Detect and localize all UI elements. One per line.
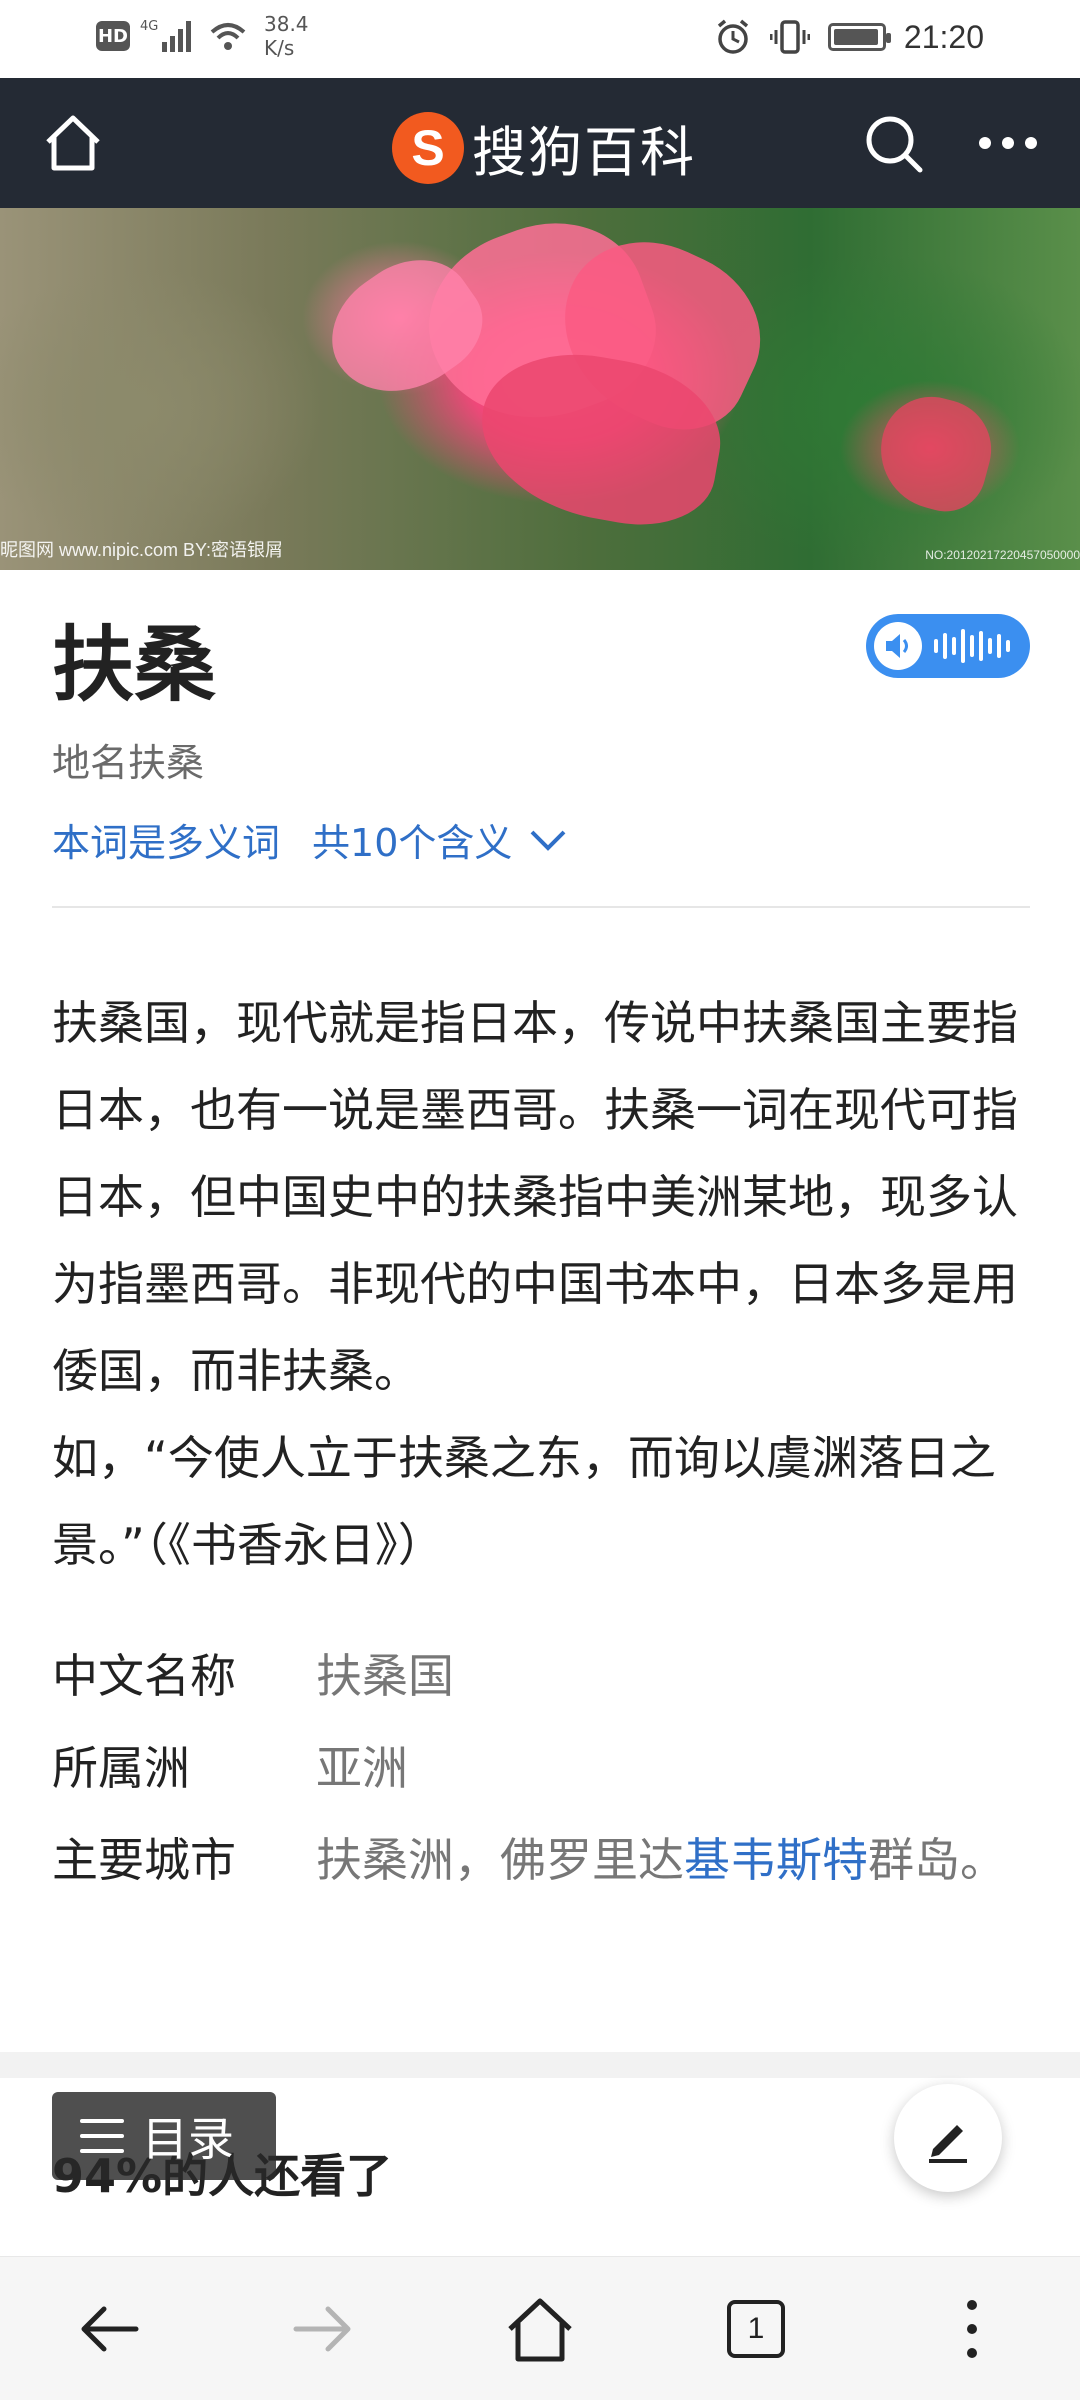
section-separator (0, 2052, 1080, 2078)
home-icon[interactable] (40, 110, 106, 176)
sogou-logo-icon: S (392, 111, 464, 184)
info-label: 主要城市 (52, 1833, 236, 1887)
hero-watermark: 昵图网 www.nipic.com BY:密语银屑 (0, 540, 284, 560)
edit-icon (929, 2125, 967, 2163)
app-bar: S 搜狗百科 (0, 78, 1080, 208)
toc-label: 目录 (142, 2112, 234, 2166)
info-value: 亚洲 (316, 1741, 408, 1795)
net-speed: 38.4 K/s (264, 12, 309, 60)
info-row: 中文名称 扶桑国 (52, 1640, 1032, 1712)
status-bar: HD 4G 38.4 K/s 21:20 (0, 0, 1080, 78)
clock: 21:20 (903, 18, 984, 55)
home-button[interactable] (504, 2293, 576, 2365)
polysemy-count: 共10个含义 (312, 821, 513, 865)
polysemy-label[interactable]: 本词是多义词 (52, 812, 280, 867)
net-speed-value: 38.4 (264, 12, 309, 36)
hero-image[interactable]: 昵图网 www.nipic.com BY:密语银屑 NO:20120217220… (0, 208, 1080, 570)
flower-petal (867, 385, 1003, 521)
battery-fill (833, 29, 878, 45)
forward-arrow-icon (293, 2306, 351, 2352)
more-icon[interactable] (976, 128, 1040, 158)
article-body: 扶桑国，现代就是指日本，传说中扶桑国主要指日本，也有一说是墨西哥。扶桑一词在现代… (52, 980, 1030, 1589)
tabs-button[interactable]: 1 (720, 2293, 792, 2365)
back-button[interactable] (72, 2293, 144, 2365)
article-quote: 如，“今使人立于扶桑之东，而询以虞渊落日之景。”（《书香永日》） (52, 1431, 996, 1572)
overflow-icon (967, 2300, 977, 2358)
tabs-icon: 1 (727, 2300, 785, 2358)
hero-image-id: NO:20120217220457050000 (925, 548, 1080, 562)
audio-wave-icon (934, 629, 1010, 663)
brand-name: 搜狗百科 (472, 121, 696, 184)
hd-badge: HD (96, 21, 130, 51)
polysemy-count-toggle[interactable]: 共10个含义 (312, 812, 568, 867)
polysemy-row: 本词是多义词 共10个含义 (52, 812, 568, 867)
subtitle: 地名扶桑 (52, 741, 205, 785)
info-value: 扶桑国 (316, 1649, 454, 1703)
status-left: HD 4G 38.4 K/s (96, 12, 309, 60)
info-label: 中文名称 (52, 1649, 236, 1703)
back-arrow-icon (81, 2306, 139, 2352)
key-west-link[interactable]: 基韦斯特 (684, 1833, 868, 1887)
divider (52, 906, 1030, 908)
page-title: 扶桑 (52, 618, 217, 713)
cities-text: 扶桑洲，佛罗里达 (316, 1833, 684, 1887)
menu-icon (80, 2119, 124, 2153)
edit-button[interactable] (894, 2084, 1002, 2192)
home-icon (508, 2298, 572, 2362)
info-row-cities: 主要城市 扶桑洲，佛罗里达基韦斯特群岛。 (52, 1824, 1032, 1896)
signal-icon: 4G (140, 19, 191, 52)
battery-icon (827, 23, 891, 51)
brand-logo[interactable]: S 搜狗百科 (392, 108, 696, 187)
toc-button[interactable]: 目录 (52, 2092, 276, 2180)
network-type: 4G (140, 19, 158, 34)
chevron-down-icon (530, 830, 566, 851)
info-value-cities: 扶桑洲，佛罗里达基韦斯特群岛。 (316, 1824, 1032, 1896)
search-icon[interactable] (862, 112, 926, 176)
info-row: 所属洲 亚洲 (52, 1732, 1032, 1804)
info-label: 所属洲 (52, 1741, 190, 1795)
vibrate-icon (769, 20, 810, 54)
alarm-icon (717, 19, 749, 54)
bottom-nav: 1 (0, 2256, 1080, 2400)
forward-button[interactable] (288, 2293, 360, 2365)
status-right: 21:20 (714, 18, 984, 56)
net-speed-unit: K/s (264, 36, 295, 60)
overflow-menu-button[interactable] (936, 2293, 1008, 2365)
article-paragraph: 扶桑国，现代就是指日本，传说中扶桑国主要指日本，也有一说是墨西哥。扶桑一词在现代… (52, 996, 1018, 1398)
wifi-icon (210, 23, 246, 50)
audio-pronounce-button[interactable] (866, 614, 1030, 678)
cities-text-end: 群岛。 (868, 1833, 1006, 1887)
speaker-icon (874, 622, 922, 670)
info-table: 中文名称 扶桑国 所属洲 亚洲 主要城市 扶桑洲，佛罗里达基韦斯特群岛。 (52, 1640, 1032, 1916)
